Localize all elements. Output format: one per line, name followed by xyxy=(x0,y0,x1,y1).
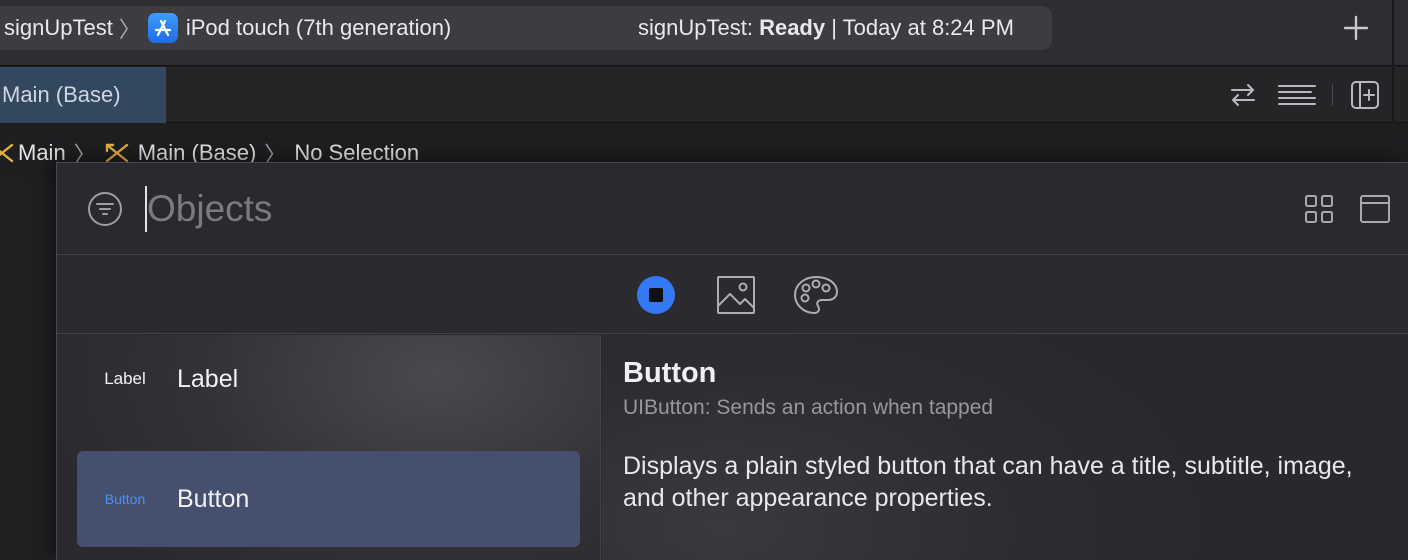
build-status: signUpTest: Ready | Today at 8:24 PM xyxy=(638,6,1014,50)
destination-selector[interactable]: iPod touch (7th generation) xyxy=(186,15,451,41)
library-search-row xyxy=(57,163,1408,255)
detail-description: Displays a plain styled button that can … xyxy=(623,452,1353,512)
item-thumbnail: Label xyxy=(104,369,146,388)
status-time: | Today at 8:24 PM xyxy=(831,15,1014,40)
detail-subtitle: UIButton: Sends an action when tapped xyxy=(623,396,994,419)
library-item-list: Label Label Button Button xyxy=(57,335,601,560)
text-caret xyxy=(145,186,147,232)
editor-tab-bar: Main (Base) xyxy=(0,67,1408,123)
list-item-label[interactable]: Label Label xyxy=(77,331,580,427)
item-thumbnail: Button xyxy=(104,491,146,507)
chevron-right-icon: 〉 xyxy=(118,17,141,42)
plus-icon[interactable] xyxy=(1340,12,1372,44)
window-edge xyxy=(1392,0,1394,66)
library-detail-pane: Button UIButton: Sends an action when ta… xyxy=(602,335,1408,560)
tab-main-base[interactable]: Main (Base) xyxy=(0,67,166,123)
list-item-button[interactable]: Button Button xyxy=(77,451,580,547)
editor-gutter xyxy=(0,180,56,560)
item-name: Button xyxy=(177,485,250,513)
library-segment-row xyxy=(57,256,1408,334)
library-search-input[interactable] xyxy=(145,185,1245,233)
scheme-selector[interactable]: signUpTest xyxy=(4,15,113,41)
colors-icon[interactable] xyxy=(793,274,839,316)
toolbar-divider xyxy=(1332,84,1333,106)
window-edge xyxy=(1392,67,1394,123)
filter-icon[interactable] xyxy=(87,191,123,227)
status-state: Ready xyxy=(759,15,826,40)
item-name: Label xyxy=(177,365,239,393)
window-view-icon[interactable] xyxy=(1359,193,1391,225)
add-editor-icon[interactable] xyxy=(1350,79,1380,111)
app-store-icon xyxy=(147,13,178,43)
detail-title: Button xyxy=(623,357,717,389)
window-toolbar: signUpTest 〉 iPod touch (7th generation)… xyxy=(0,0,1408,66)
swap-arrows-icon[interactable] xyxy=(1226,79,1260,111)
object-library-panel: Label Label Button Button Button UIButto… xyxy=(56,162,1408,560)
activity-view[interactable]: signUpTest 〉 iPod touch (7th generation)… xyxy=(0,6,1052,50)
storyboard-icon xyxy=(0,143,14,163)
grid-view-icon[interactable] xyxy=(1303,193,1335,225)
objects-icon[interactable] xyxy=(635,274,677,316)
media-icon[interactable] xyxy=(715,274,757,316)
status-project: signUpTest: xyxy=(638,15,753,40)
lines-icon[interactable] xyxy=(1278,79,1316,111)
